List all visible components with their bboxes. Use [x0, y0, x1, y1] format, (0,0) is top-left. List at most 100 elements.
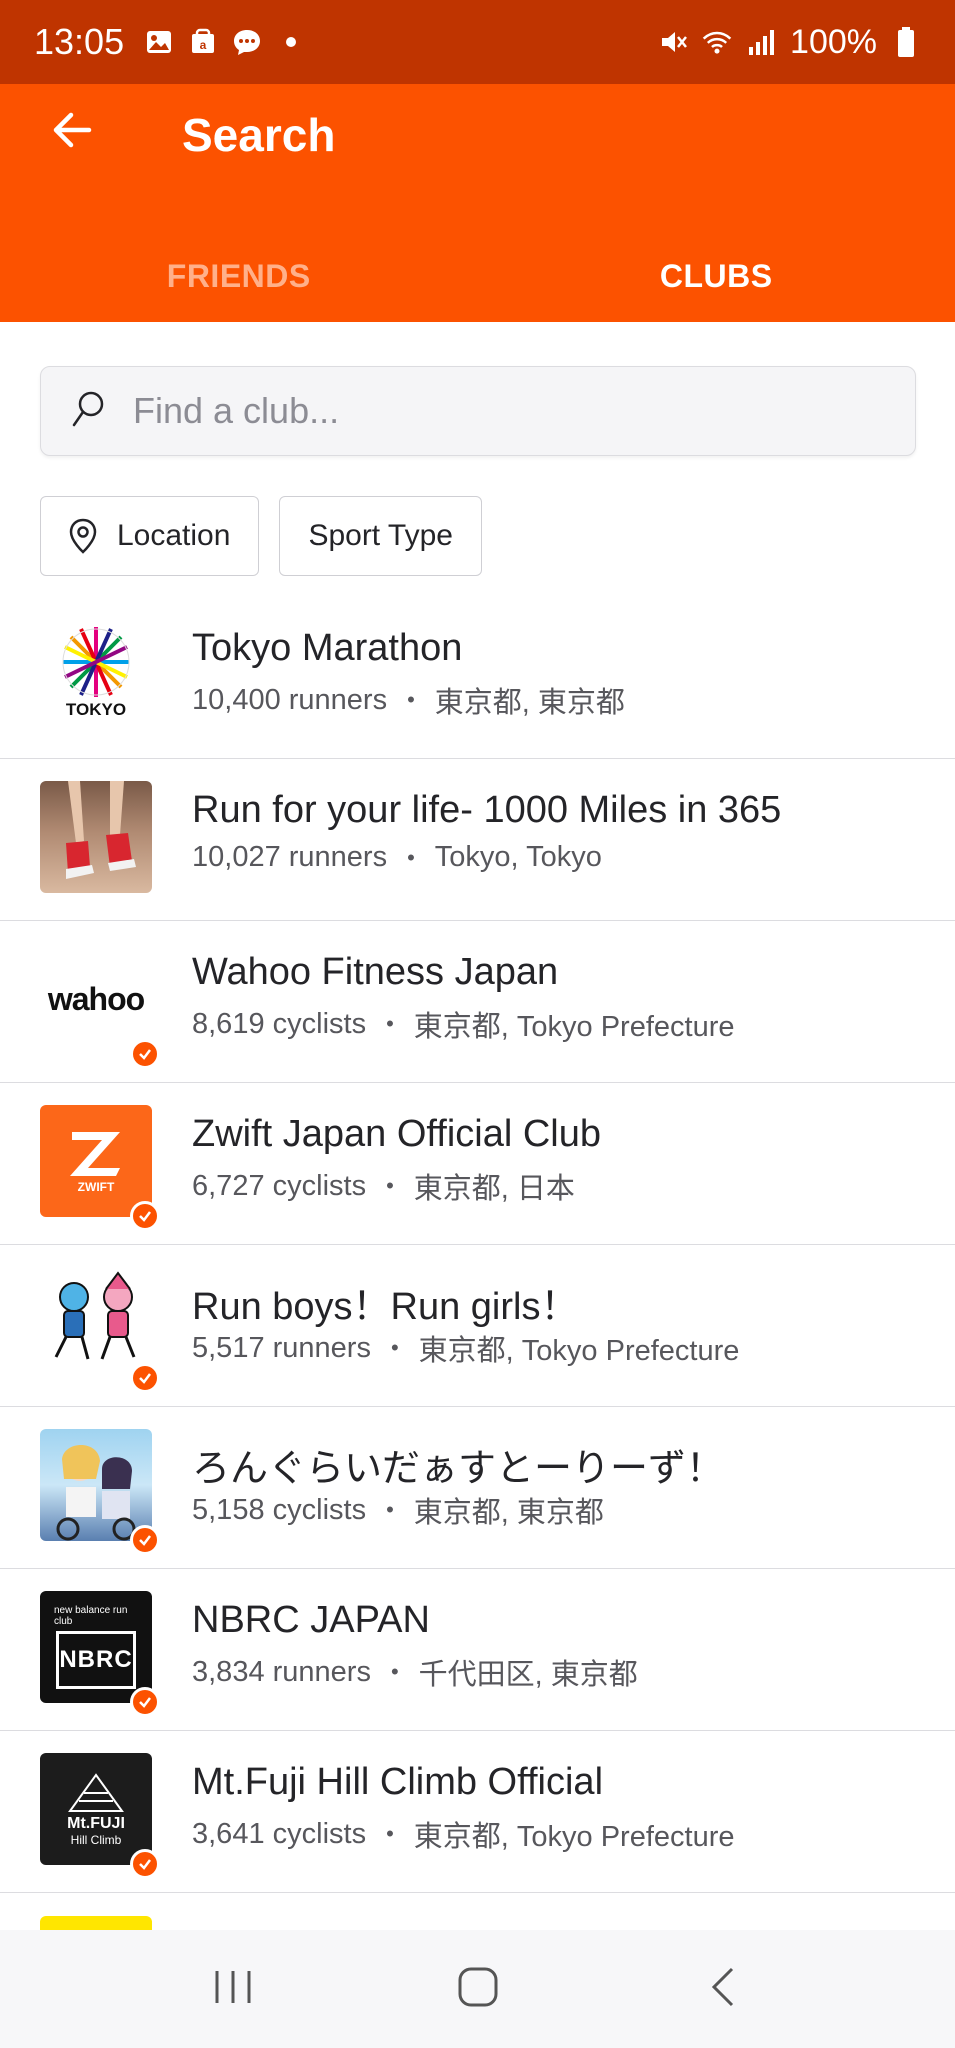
- back-icon: [708, 1965, 738, 2014]
- club-name: Run for your life- 1000 Miles in 365: [192, 789, 782, 831]
- chat-icon: [232, 27, 262, 57]
- club-name: Zwift Japan Official Club: [192, 1113, 602, 1155]
- tab-friends[interactable]: FRIENDS: [0, 230, 478, 322]
- verified-badge-icon: [130, 1201, 160, 1231]
- sport-type-filter-label: Sport Type: [308, 519, 453, 552]
- club-logo: [40, 1429, 152, 1541]
- signal-icon: [746, 27, 776, 57]
- club-name: Tokyo Marathon: [192, 627, 463, 669]
- wahoo-logo-text: wahoo: [47, 980, 145, 1017]
- club-location: 東京都, Tokyo Prefecture: [418, 1335, 740, 1367]
- list-item[interactable]: wahoo Wahoo Fitness Japan 8,619 cyclists…: [0, 921, 955, 1083]
- club-location: 東京都, Tokyo Prefecture: [413, 1821, 735, 1853]
- status-bar: 13:05 a 100%: [0, 0, 955, 84]
- tab-bar: FRIENDS CLUBS: [0, 230, 955, 322]
- arrow-left-icon: [49, 107, 95, 158]
- separator-dot: •: [407, 844, 415, 870]
- battery-icon: [891, 27, 921, 57]
- location-filter-button[interactable]: Location: [40, 496, 260, 576]
- verified-badge-icon: [130, 1525, 160, 1555]
- tab-clubs[interactable]: CLUBS: [478, 230, 955, 322]
- home-button[interactable]: [438, 1949, 518, 2029]
- list-item[interactable]: Run boys！Run girls！ 5,517 runners • 東京都,…: [0, 1245, 955, 1407]
- page-title: Search: [182, 109, 336, 161]
- status-time: 13:05: [34, 21, 125, 62]
- club-member-count: 8,619 cyclists: [192, 1007, 367, 1040]
- club-location: 東京都, 東京都: [413, 1497, 604, 1529]
- separator-dot: •: [390, 1659, 399, 1684]
- amazon-icon: a: [188, 27, 218, 57]
- club-logo: new balance run club NBRC: [40, 1591, 152, 1703]
- club-logo: Mt.FUJI Hill Climb: [40, 1753, 152, 1865]
- list-item[interactable]: Mt.FUJI Hill Climb Mt.Fuji Hill Climb Of…: [0, 1731, 955, 1893]
- club-location: 千代田区, 東京都: [418, 1659, 638, 1691]
- club-logo: [40, 781, 152, 893]
- verified-badge-icon: [130, 1363, 160, 1393]
- club-location: 東京都, Tokyo Prefecture: [413, 1011, 735, 1043]
- battery-percent: 100%: [790, 22, 877, 61]
- location-filter-label: Location: [117, 519, 231, 552]
- list-item[interactable]: ろんぐらいだぁすとーりーず！ 5,158 cyclists • 東京都, 東京都: [0, 1407, 955, 1569]
- mtfuji-logo-text: Mt.FUJI: [67, 1815, 125, 1832]
- club-location: 東京都, 日本: [413, 1173, 575, 1205]
- club-member-count: 6,727 cyclists: [192, 1169, 367, 1202]
- mtfuji-logo-subtext: Hill Climb: [70, 1833, 122, 1847]
- verified-badge-icon: [130, 1849, 160, 1879]
- separator-dot: •: [386, 1173, 394, 1198]
- search-icon: [71, 390, 105, 433]
- sport-type-filter-button[interactable]: Sport Type: [279, 496, 482, 576]
- club-meta: 5,517 runners • 東京都, Tokyo Prefecture: [192, 1327, 739, 1369]
- separator-dot: •: [386, 1821, 394, 1846]
- list-item[interactable]: ZWIFT Zwift Japan Official Club 6,727 cy…: [0, 1083, 955, 1245]
- club-location: 東京都, 東京都: [434, 687, 625, 719]
- club-meta: 3,641 cyclists • 東京都, Tokyo Prefecture: [192, 1813, 735, 1855]
- club-logo: TOKYO: [40, 619, 152, 731]
- separator-dot: •: [386, 1497, 394, 1522]
- back-button[interactable]: [44, 104, 100, 160]
- wifi-icon: [702, 27, 732, 57]
- club-meta: 10,400 runners • 東京都, 東京都: [192, 679, 625, 721]
- club-name: Run boys！Run girls！: [192, 1286, 579, 1328]
- svg-text:a: a: [200, 38, 207, 52]
- dot-icon: [276, 27, 306, 57]
- club-member-count: 3,641 cyclists: [192, 1817, 367, 1850]
- tokyo-marathon-logo-text: TOKYO: [66, 700, 126, 719]
- filter-bar: Location Sport Type: [40, 496, 482, 576]
- club-location: Tokyo, Tokyo: [434, 841, 602, 873]
- search-box[interactable]: [40, 366, 916, 456]
- club-name: Wahoo Fitness Japan: [192, 951, 559, 993]
- club-list: TOKYO Tokyo Marathon 10,400 runners • 東京…: [0, 597, 955, 1893]
- club-meta: 5,158 cyclists • 東京都, 東京都: [192, 1489, 604, 1531]
- verified-badge-icon: [130, 1039, 160, 1069]
- separator-dot: •: [407, 687, 415, 712]
- club-meta: 8,619 cyclists • 東京都, Tokyo Prefecture: [192, 1003, 735, 1045]
- list-item[interactable]: Run for your life- 1000 Miles in 365 10,…: [0, 759, 955, 921]
- club-meta: 3,834 runners • 千代田区, 東京都: [192, 1651, 638, 1693]
- verified-badge-icon: [130, 1687, 160, 1717]
- zwift-logo-text: ZWIFT: [77, 1180, 115, 1194]
- club-logo: wahoo: [40, 943, 152, 1055]
- system-nav-bar: [0, 1930, 955, 2048]
- club-name: ろんぐらいだぁすとーりーず！: [192, 1448, 725, 1490]
- club-name: Mt.Fuji Hill Climb Official: [192, 1761, 604, 1803]
- location-pin-icon: [69, 518, 97, 554]
- club-member-count: 5,517 runners: [192, 1331, 371, 1364]
- list-item[interactable]: new balance run club NBRC NBRC JAPAN 3,8…: [0, 1569, 955, 1731]
- separator-dot: •: [390, 1335, 399, 1360]
- home-icon: [456, 1965, 500, 2014]
- nav-back-button[interactable]: [683, 1949, 763, 2029]
- club-member-count: 3,834 runners: [192, 1655, 371, 1688]
- club-logo: [40, 1267, 152, 1379]
- club-meta: 10,027 runners • Tokyo, Tokyo: [192, 841, 602, 874]
- search-input[interactable]: [133, 390, 853, 432]
- club-name: NBRC JAPAN: [192, 1599, 430, 1641]
- tab-indicator: [0, 316, 477, 322]
- club-member-count: 10,400 runners: [192, 683, 388, 716]
- nbrc-logo-text: NBRC: [59, 1646, 133, 1673]
- list-item[interactable]: TOKYO Tokyo Marathon 10,400 runners • 東京…: [0, 597, 955, 759]
- mute-icon: [658, 27, 688, 57]
- gallery-icon: [144, 27, 174, 57]
- club-meta: 6,727 cyclists • 東京都, 日本: [192, 1165, 575, 1207]
- club-member-count: 5,158 cyclists: [192, 1493, 367, 1526]
- recents-button[interactable]: [193, 1949, 273, 2029]
